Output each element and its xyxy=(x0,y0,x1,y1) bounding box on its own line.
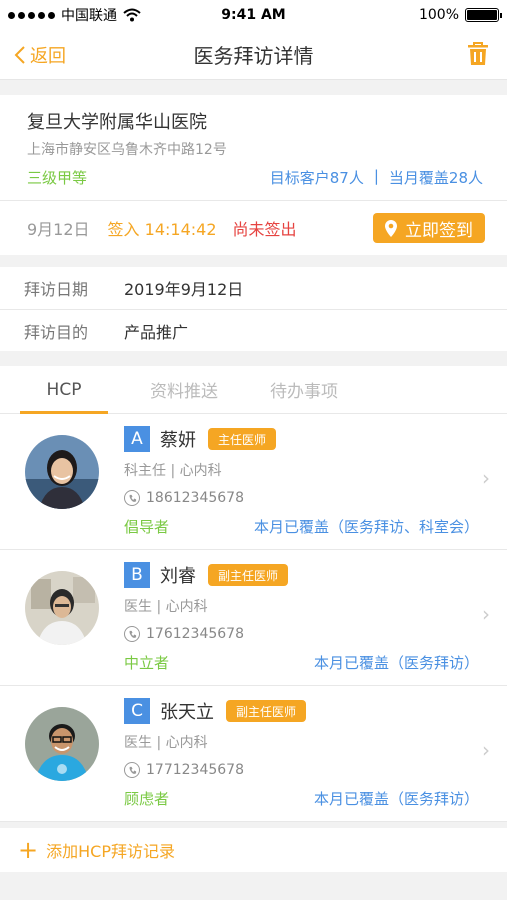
hcp-attitude-tag: 倡导者 xyxy=(124,518,170,536)
tab-bar: HCP 资料推送 待办事项 xyxy=(0,366,507,414)
hcp-header: A 蔡妍 主任医师 xyxy=(124,426,479,452)
hcp-initial-badge: B xyxy=(124,562,150,588)
hcp-details: C 张天立 副主任医师 医生 | 心内科 17712345678 顾虑者 本月已… xyxy=(124,698,479,809)
add-hcp-record-label: 添加HCP拜访记录 xyxy=(46,842,175,861)
hcp-phone-number: 17712345678 xyxy=(146,762,244,778)
battery-icon xyxy=(465,8,502,22)
hcp-phone[interactable]: 17712345678 xyxy=(124,762,479,778)
add-hcp-record-button[interactable]: + 添加HCP拜访记录 xyxy=(0,828,507,872)
signin-date: 9月12日 xyxy=(27,220,90,239)
checkin-label: 立即签到 xyxy=(405,220,473,241)
chevron-right-icon: › xyxy=(482,602,490,626)
hcp-list-item[interactable]: C 张天立 副主任医师 医生 | 心内科 17712345678 顾虑者 本月已… xyxy=(0,686,507,822)
plus-icon: + xyxy=(18,836,39,864)
hcp-attitude-tag: 顾虑者 xyxy=(124,790,170,808)
hcp-coverage: 本月已覆盖（医务拜访、科室会） xyxy=(253,518,479,536)
hcp-name: 张天立 xyxy=(160,702,214,723)
delete-button[interactable] xyxy=(467,42,489,70)
hospital-level: 三级甲等 xyxy=(27,169,88,187)
hcp-list-item[interactable]: B 刘睿 副主任医师 医生 | 心内科 17612345678 中立者 本月已覆… xyxy=(0,550,507,686)
hcp-phone[interactable]: 18612345678 xyxy=(124,490,479,506)
hcp-footer: 中立者 本月已覆盖（医务拜访） xyxy=(124,652,479,673)
hcp-header: B 刘睿 副主任医师 xyxy=(124,562,479,588)
avatar xyxy=(25,435,99,509)
hospital-address: 上海市静安区乌鲁木齐中路12号 xyxy=(27,142,227,158)
signin-time: 签入 14:14:42 xyxy=(107,220,217,239)
hcp-footer: 顾虑者 本月已覆盖（医务拜访） xyxy=(124,788,479,809)
signout-status: 尚未签出 xyxy=(232,220,297,239)
hospital-name: 复旦大学附属华山医院 xyxy=(27,112,207,133)
hcp-list-item[interactable]: A 蔡妍 主任医师 科主任 | 心内科 18612345678 倡导者 本月已覆… xyxy=(0,414,507,550)
carrier-name: 中国联通 xyxy=(61,8,117,24)
hcp-department: 医生 | 心内科 xyxy=(124,599,208,615)
visit-date-row: 拜访日期 2019年9月12日 xyxy=(0,267,507,309)
hcp-header: C 张天立 副主任医师 xyxy=(124,698,479,724)
visit-date-label: 拜访日期 xyxy=(24,280,89,299)
visit-purpose-value: 产品推广 xyxy=(124,322,189,342)
battery-percent: 100% xyxy=(418,7,459,23)
phone-icon xyxy=(124,762,140,778)
hcp-title-badge: 副主任医师 xyxy=(226,700,307,722)
month-coverage: 当月覆盖28人 xyxy=(388,169,483,187)
status-left: 中国联通 xyxy=(8,5,141,25)
avatar xyxy=(25,707,99,781)
tab-hcp[interactable]: HCP xyxy=(12,366,116,414)
hcp-name: 刘睿 xyxy=(160,566,196,587)
phone-icon xyxy=(124,490,140,506)
hospital-meta: 三级甲等 目标客户87人 | 当月覆盖28人 xyxy=(27,167,483,188)
back-button[interactable]: 返回 xyxy=(14,30,66,80)
status-bar: 中国联通 9:41 AM 100% xyxy=(0,0,507,30)
target-customers: 目标客户87人 xyxy=(269,169,364,187)
location-pin-icon xyxy=(385,219,397,237)
hcp-phone-number: 17612345678 xyxy=(146,626,244,642)
trash-icon xyxy=(468,42,488,65)
status-right: 100% xyxy=(418,7,502,23)
signal-strength-icon xyxy=(8,11,55,19)
phone-icon xyxy=(124,626,140,642)
hcp-initial-badge: A xyxy=(124,426,150,452)
wifi-icon xyxy=(123,8,141,22)
stats-separator: | xyxy=(373,167,379,185)
hcp-department: 医生 | 心内科 xyxy=(124,735,208,751)
hcp-phone[interactable]: 17612345678 xyxy=(124,626,479,642)
visit-info-card: 拜访日期 2019年9月12日 拜访目的 产品推广 xyxy=(0,267,507,351)
chevron-right-icon: › xyxy=(482,466,490,490)
avatar xyxy=(25,571,99,645)
hcp-phone-number: 18612345678 xyxy=(146,490,244,506)
signin-row: 9月12日 签入 14:14:42 尚未签出 立即签到 xyxy=(0,201,507,255)
chevron-left-icon xyxy=(14,46,25,64)
hospital-card: 复旦大学附属华山医院 上海市静安区乌鲁木齐中路12号 三级甲等 目标客户87人 … xyxy=(0,95,507,255)
hcp-coverage: 本月已覆盖（医务拜访） xyxy=(313,654,479,672)
hcp-section: HCP 资料推送 待办事项 A 蔡妍 主任医师 科主任 | 心内科 186123… xyxy=(0,366,507,822)
checkin-button[interactable]: 立即签到 xyxy=(373,213,485,243)
navigation-bar: 返回 医务拜访详情 xyxy=(0,30,507,80)
hcp-details: A 蔡妍 主任医师 科主任 | 心内科 18612345678 倡导者 本月已覆… xyxy=(124,426,479,537)
visit-purpose-row: 拜访目的 产品推广 xyxy=(0,309,507,351)
hcp-initial-badge: C xyxy=(124,698,150,724)
hcp-details: B 刘睿 副主任医师 医生 | 心内科 17612345678 中立者 本月已覆… xyxy=(124,562,479,673)
hospital-stats: 目标客户87人 | 当月覆盖28人 xyxy=(270,167,483,188)
battery-fill xyxy=(467,10,497,20)
hcp-name: 蔡妍 xyxy=(160,430,196,451)
hcp-department: 科主任 | 心内科 xyxy=(124,463,222,479)
hospital-info: 复旦大学附属华山医院 上海市静安区乌鲁木齐中路12号 三级甲等 目标客户87人 … xyxy=(0,95,507,201)
page-title: 医务拜访详情 xyxy=(193,44,314,68)
hcp-title-badge: 副主任医师 xyxy=(208,564,289,586)
hcp-title-badge: 主任医师 xyxy=(208,428,277,450)
visit-date-value: 2019年9月12日 xyxy=(124,280,244,299)
visit-purpose-label: 拜访目的 xyxy=(24,322,89,342)
back-label: 返回 xyxy=(30,46,66,67)
hcp-coverage: 本月已覆盖（医务拜访） xyxy=(313,790,479,808)
tab-todo[interactable]: 待办事项 xyxy=(252,366,356,413)
tab-materials[interactable]: 资料推送 xyxy=(132,366,236,413)
hcp-attitude-tag: 中立者 xyxy=(124,654,170,672)
hcp-footer: 倡导者 本月已覆盖（医务拜访、科室会） xyxy=(124,516,479,537)
chevron-right-icon: › xyxy=(482,738,490,762)
